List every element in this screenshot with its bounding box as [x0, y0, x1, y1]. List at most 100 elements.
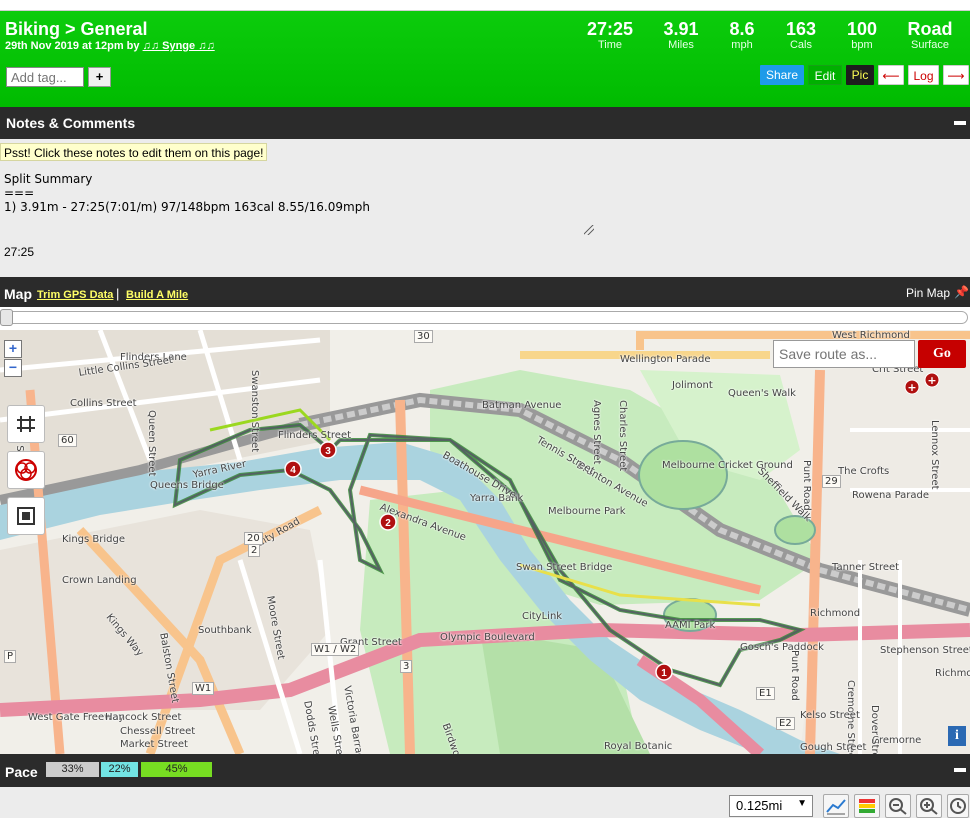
add-tag-button[interactable]: + — [88, 67, 111, 87]
pace-segment-fast[interactable]: 45% — [141, 762, 212, 777]
slider-handle[interactable] — [0, 309, 13, 326]
marker-label: 1 — [661, 668, 667, 679]
map-heading: Map — [4, 286, 32, 302]
pace-segment-slow[interactable]: 33% — [46, 762, 99, 777]
notes-panel: Psst! Click these notes to edit them on … — [0, 139, 970, 277]
chart-toolbar: 0.125mi ▼ — [0, 787, 970, 818]
share-button[interactable]: Share — [760, 65, 804, 85]
add-tag-input[interactable] — [6, 67, 84, 87]
user-link[interactable]: ♫♫ Synge ♫♫ — [143, 40, 215, 52]
route-marker-2[interactable]: 2 — [379, 513, 397, 531]
stat-label: Time — [597, 39, 623, 51]
workout-page: Biking > General 29th Nov 2019 at 12pm b… — [0, 0, 970, 818]
next-workout-button[interactable]: ⟶ — [943, 65, 969, 85]
save-route-go-button[interactable]: Go — [918, 340, 966, 368]
stat-surface: Road Surface — [895, 19, 965, 52]
pin-icon[interactable]: 📌 — [954, 285, 969, 299]
workout-subtitle: 29th Nov 2019 at 12pm by ♫♫ Synge ♫♫ — [5, 40, 215, 52]
chevron-down-icon: ▼ — [797, 798, 807, 809]
build-a-mile-link[interactable]: Build A Mile — [126, 289, 188, 301]
city-block — [800, 360, 970, 754]
resize-grip-icon[interactable] — [584, 225, 594, 235]
distance-interval-select[interactable]: 0.125mi ▼ — [729, 795, 813, 817]
stat-cals: 163 Cals — [766, 19, 836, 52]
grid-icon — [17, 416, 35, 432]
pace-segment-medium[interactable]: 22% — [101, 762, 138, 777]
route-marker-4[interactable]: 4 — [284, 460, 302, 478]
chart-button[interactable] — [823, 794, 849, 818]
road-number-badge: 3 — [400, 660, 413, 673]
svg-text:+: + — [907, 381, 916, 394]
stat-value: 3.91 — [663, 19, 699, 39]
distance-interval-value: 0.125mi — [736, 798, 783, 813]
map-section-header: Map Trim GPS Data | Build A Mile Pin Map… — [0, 277, 970, 307]
gps-trim-slider[interactable] — [2, 311, 968, 324]
route-map[interactable]: 1 2 3 4 + + Flinders Lane Collins Street L… — [0, 330, 970, 754]
workout-header: Biking > General 29th Nov 2019 at 12pm b… — [0, 11, 970, 107]
stat-time: 27:25 Time — [575, 19, 645, 52]
fit-bounds-icon — [17, 507, 35, 525]
grid-tool-button[interactable] — [7, 405, 45, 443]
collapse-icon[interactable] — [954, 121, 966, 125]
link-separator: | — [116, 286, 120, 301]
road-number-badge: E2 — [776, 717, 795, 730]
target-tool-button[interactable] — [7, 451, 45, 489]
map-zoom-out-button[interactable]: − — [4, 359, 22, 377]
pace-heading: Pace — [5, 764, 38, 780]
notes-time: 27:25 — [4, 245, 35, 259]
road-number-badge: 60 — [58, 434, 77, 447]
zoom-in-icon — [920, 798, 938, 815]
pic-button[interactable]: Pic — [846, 65, 874, 85]
stadium — [663, 598, 717, 632]
notes-section-header[interactable]: Notes & Comments — [0, 107, 970, 139]
top-strip — [0, 0, 970, 11]
zoom-in-chart-button[interactable] — [916, 794, 942, 818]
road-number-badge: 30 — [414, 330, 433, 343]
svg-text:+: + — [927, 374, 936, 387]
stat-label: Surface — [911, 39, 949, 51]
marker-label: 2 — [385, 518, 391, 529]
road-number-badge: 2 — [248, 544, 261, 557]
edit-button[interactable]: Edit — [808, 65, 842, 85]
target-icon — [15, 459, 37, 481]
chart-icon — [826, 799, 846, 815]
stat-value: 100 — [846, 19, 878, 39]
stat-bpm: 100 bpm — [827, 19, 897, 52]
collapse-icon[interactable] — [954, 768, 966, 772]
log-button[interactable]: Log — [908, 65, 939, 85]
road-number-badge: P — [4, 650, 17, 663]
notes-textarea[interactable]: Split Summary === 1) 3.91m - 27:25(7:01/… — [4, 172, 596, 235]
edit-hint[interactable]: Psst! Click these notes to edit them on … — [0, 143, 268, 161]
map-canvas: 1 2 3 4 + + — [0, 330, 970, 754]
marker-label: 3 — [325, 446, 331, 457]
road — [317, 559, 343, 754]
page-title: Biking > General — [5, 19, 148, 39]
stat-value: 27:25 — [586, 19, 634, 39]
stat-value: 163 — [785, 19, 817, 39]
clock-icon — [950, 798, 966, 814]
previous-workout-button[interactable]: ⟵ — [878, 65, 904, 85]
color-bands-button[interactable] — [854, 794, 880, 818]
stadium — [774, 515, 816, 545]
road-number-badge: W1 / W2 — [311, 643, 360, 656]
stadium — [638, 440, 728, 510]
save-route-input[interactable] — [773, 340, 915, 368]
zoom-out-chart-button[interactable] — [885, 794, 911, 818]
map-info-icon[interactable]: i — [948, 726, 966, 746]
road-number-badge: 29 — [822, 475, 841, 488]
stat-label: Miles — [668, 39, 694, 51]
stat-value: Road — [907, 19, 953, 39]
trim-gps-link[interactable]: Trim GPS Data — [37, 289, 113, 301]
fit-bounds-tool-button[interactable] — [7, 497, 45, 535]
pin-map-label[interactable]: Pin Map — [906, 286, 950, 300]
time-axis-button[interactable] — [947, 794, 969, 818]
gps-trim-slider-row — [0, 307, 970, 330]
map-zoom-in-button[interactable]: + — [4, 340, 22, 358]
route-marker-3[interactable]: 3 — [319, 441, 337, 459]
workout-date: 29th Nov 2019 at 12pm by — [5, 40, 140, 52]
stat-label: Cals — [789, 39, 812, 51]
pace-bar: Pace 33% 22% 45% — [0, 754, 970, 787]
road-number-badge: E1 — [756, 687, 775, 700]
stat-label: bpm — [851, 39, 873, 51]
route-marker-1[interactable]: 1 — [655, 663, 673, 681]
